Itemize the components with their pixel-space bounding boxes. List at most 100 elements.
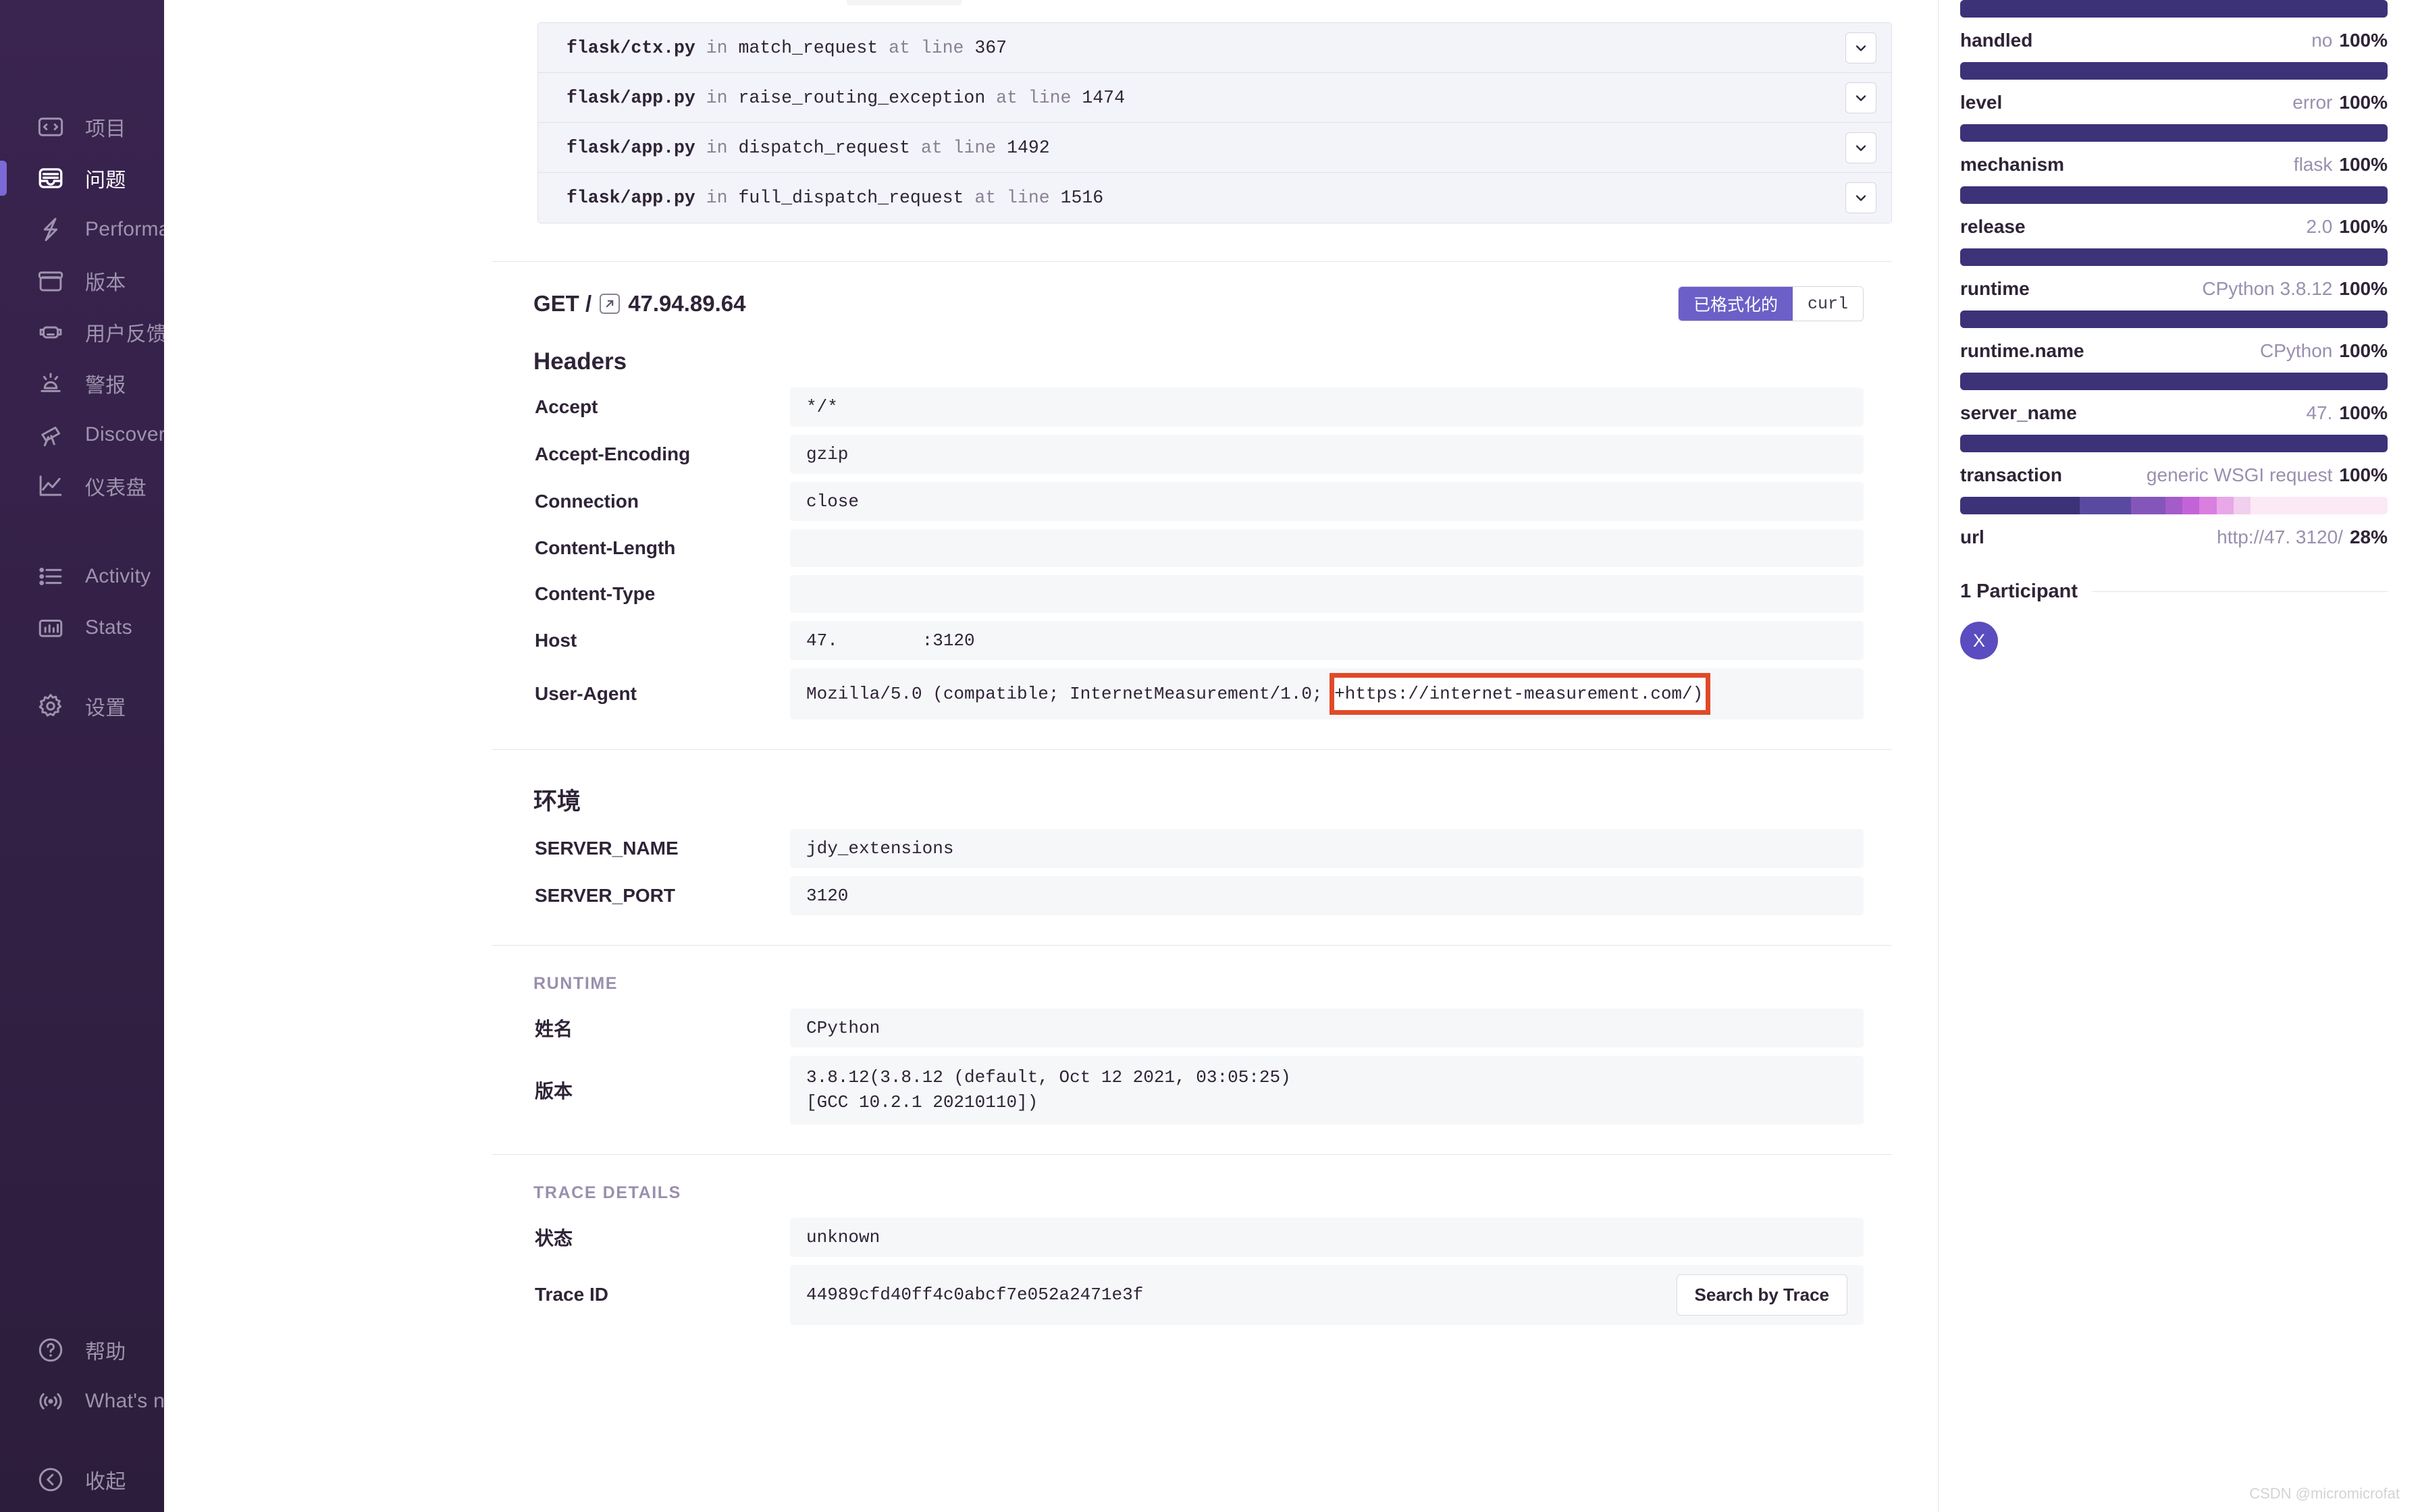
tag-bar xyxy=(1960,435,2388,452)
tag-name[interactable]: handled xyxy=(1960,30,2032,51)
frame-line: 1516 xyxy=(1060,188,1104,208)
env-value: 3120 xyxy=(790,876,1864,915)
request-host: 47.94.89.64 xyxy=(628,291,746,316)
sidebar-item-stats[interactable]: Stats xyxy=(0,602,164,653)
header-value: 47. :3120 xyxy=(790,621,1864,660)
tag-values: error 100% xyxy=(2292,92,2388,113)
tag-name[interactable]: runtime xyxy=(1960,278,2030,300)
sidebar-item-whats-new[interactable]: What's new xyxy=(0,1376,191,1427)
sidebar-item-help[interactable]: 帮助 xyxy=(0,1324,164,1376)
toggle-curl[interactable]: curl xyxy=(1792,287,1863,321)
sidebar-item-discover[interactable]: Discover xyxy=(0,409,165,460)
sidebar-divider-2 xyxy=(0,653,164,680)
tag-name[interactable]: mechanism xyxy=(1960,154,2064,176)
sidebar-item-label: 收起 xyxy=(85,1471,126,1493)
header-key: User-Agent xyxy=(535,683,637,704)
telescope-icon xyxy=(35,419,66,450)
tag-top-value: CPython xyxy=(2259,340,2333,361)
tag-name[interactable]: server_name xyxy=(1960,402,2077,424)
stacktrace-frame-list: flask/ctx.py in match_request at line 36… xyxy=(537,22,1892,223)
frame-at: at line xyxy=(920,137,997,158)
table-row[interactable]: flask/app.py in full_dispatch_request at… xyxy=(538,173,1891,223)
frame-label: flask/app.py in dispatch_request at line… xyxy=(567,138,1050,158)
frame-file: flask/app.py xyxy=(567,188,695,208)
avatar[interactable]: X xyxy=(1960,622,1998,659)
tag-bar-segment xyxy=(2199,497,2217,514)
sidebar-item-projects[interactable]: 项目 xyxy=(0,101,164,153)
sidebar-item-collapse[interactable]: 收起 xyxy=(0,1454,164,1505)
table-row: Trace ID 44989cfd40ff4c0abcf7e052a2471e3… xyxy=(533,1264,1864,1325)
sidebar-item-activity[interactable]: Activity xyxy=(0,551,164,602)
external-link-icon[interactable] xyxy=(600,294,621,314)
frame-in: in xyxy=(706,188,728,208)
sidebar-item-performance[interactable]: Performance xyxy=(0,204,203,255)
chevron-down-icon[interactable] xyxy=(1845,132,1876,163)
table-row[interactable]: flask/app.py in dispatch_request at line… xyxy=(538,123,1891,173)
tag-bar xyxy=(1960,248,2388,266)
table-row[interactable]: flask/ctx.py in match_request at line 36… xyxy=(538,23,1891,73)
table-row[interactable]: flask/app.py in raise_routing_exception … xyxy=(538,73,1891,123)
trace-id-value: 44989cfd40ff4c0abcf7e052a2471e3f xyxy=(806,1285,1144,1305)
table-row: Content-Type xyxy=(533,575,1864,613)
tag-top-value: generic WSGI request xyxy=(2146,464,2333,485)
search-by-trace-button[interactable]: Search by Trace xyxy=(1676,1274,1847,1316)
tags-sidebar: handled no 100% level error 100% mechanism… xyxy=(1938,0,2420,1512)
table-row: Content-Length xyxy=(533,529,1864,567)
header-key: Host xyxy=(535,630,577,651)
tag-name[interactable]: url xyxy=(1960,526,1984,548)
header-key: Accept xyxy=(535,396,598,417)
table-row-user-agent: User-Agent Mozilla/5.0 (compatible; Inte… xyxy=(533,668,1864,720)
header-value: */* xyxy=(790,387,1864,427)
frame-function: match_request xyxy=(738,37,878,58)
tag-name[interactable]: transaction xyxy=(1960,464,2062,486)
env-key: SERVER_PORT xyxy=(535,885,675,906)
chevron-down-icon[interactable] xyxy=(1845,32,1876,63)
lightning-icon xyxy=(35,214,66,245)
user-agent-value: Mozilla/5.0 (compatible; InternetMeasure… xyxy=(806,673,1711,715)
sidebar-item-label: 问题 xyxy=(85,169,126,192)
toggle-formatted[interactable]: 已格式化的 xyxy=(1678,287,1793,321)
table-row: Connection close xyxy=(533,482,1864,521)
runtime-key: 姓名 xyxy=(535,1019,573,1040)
dashboard-chart-icon xyxy=(35,470,66,502)
sidebar-item-user-feedback[interactable]: 用户反馈 xyxy=(0,306,167,358)
sidebar-item-issues[interactable]: 问题 xyxy=(0,153,164,204)
chevron-down-icon[interactable] xyxy=(1845,82,1876,113)
sidebar-item-dashboards[interactable]: 仪表盘 xyxy=(0,460,164,512)
sidebar-item-label: 警报 xyxy=(85,375,126,397)
environment-section: 环境 SERVER_NAME jdy_extensions SERVER_POR… xyxy=(492,750,1892,946)
sidebar-primary-group: 项目 问题 Performance 版本 用户反馈 警报 Discover 仪表… xyxy=(0,101,203,512)
frame-label: flask/ctx.py in match_request at line 36… xyxy=(567,38,1007,58)
tag-top-value: no xyxy=(2311,30,2333,51)
gear-icon xyxy=(35,691,66,722)
primary-sidebar: 项目 问题 Performance 版本 用户反馈 警报 Discover 仪表… xyxy=(0,0,203,1512)
table-row: 版本 3.8.12(3.8.12 (default, Oct 12 2021, … xyxy=(533,1056,1864,1125)
sidebar-item-releases[interactable]: 版本 xyxy=(0,255,164,306)
frame-label: flask/app.py in raise_routing_exception … xyxy=(567,88,1125,108)
tag-bar-segment xyxy=(2080,497,2132,514)
tag-top-value: flask xyxy=(2293,154,2333,175)
tag-percent: 28% xyxy=(2349,526,2388,547)
tag-top-value: http://47. 3120/ xyxy=(2217,526,2343,547)
frame-function: dispatch_request xyxy=(738,137,910,158)
tag-name[interactable]: release xyxy=(1960,216,2026,238)
user-feedback-icon xyxy=(35,317,66,348)
tag-name[interactable]: runtime.name xyxy=(1960,340,2084,362)
frame-function: raise_routing_exception xyxy=(738,87,986,108)
stats-bars-icon xyxy=(35,612,66,643)
sidebar-item-settings[interactable]: 设置 xyxy=(0,680,164,732)
tag-row: runtime CPython 3.8.12 100% xyxy=(1960,278,2388,309)
sidebar-item-label: 帮助 xyxy=(85,1341,126,1364)
chevron-down-icon[interactable] xyxy=(1845,182,1876,213)
tag-runtime: runtime CPython 3.8.12 100% xyxy=(1960,248,2388,309)
tag-url: url http://47. 3120/28% xyxy=(1960,497,2388,558)
tag-row: mechanism flask 100% xyxy=(1960,154,2388,185)
tag-bar-segment xyxy=(2182,497,2200,514)
tag-handled: handled no 100% xyxy=(1960,0,2388,61)
tag-bar-segment xyxy=(2131,497,2165,514)
header-value: close xyxy=(790,482,1864,521)
tag-name[interactable]: level xyxy=(1960,92,2002,113)
sidebar-item-alerts[interactable]: 警报 xyxy=(0,358,164,409)
header-key: Content-Type xyxy=(535,583,656,604)
trace-details-title: TRACE DETAILS xyxy=(533,1183,681,1202)
